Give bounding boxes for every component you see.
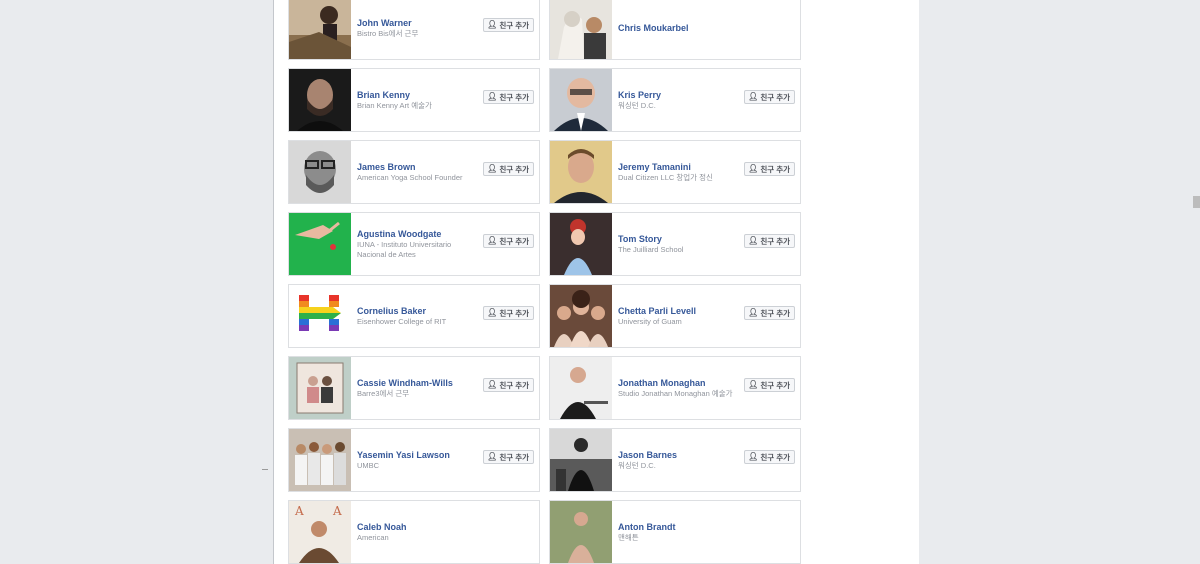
person-card: Tom Story The Juilliard School 👤︎ 친구 추가: [549, 212, 801, 276]
profile-photo[interactable]: [550, 213, 612, 275]
profile-photo[interactable]: [289, 213, 351, 275]
add-friend-label: 친구 추가: [499, 164, 529, 174]
person-card: Kris Perry 워싱턴 D.C. 👤︎ 친구 추가: [549, 68, 801, 132]
profile-photo[interactable]: [289, 141, 351, 203]
scrollbar-thumb[interactable]: [1193, 196, 1200, 208]
person-subtitle: Studio Jonathan Monaghan 예술가: [618, 389, 733, 398]
person-subtitle: 맨해튼: [618, 533, 639, 542]
person-subtitle: The Juilliard School: [618, 245, 684, 254]
add-friend-icon: 👤︎: [748, 236, 759, 245]
add-friend-button[interactable]: 👤︎ 친구 추가: [744, 378, 795, 392]
add-friend-button[interactable]: 👤︎ 친구 추가: [744, 162, 795, 176]
person-card: Jonathan Monaghan Studio Jonathan Monagh…: [549, 356, 801, 420]
add-friend-icon: 👤︎: [487, 92, 498, 101]
add-friend-button[interactable]: 👤︎ 친구 추가: [744, 450, 795, 464]
add-friend-icon: 👤︎: [487, 20, 498, 29]
person-card: Jeremy Tamanini Dual Citizen LLC 창업가 정신 …: [549, 140, 801, 204]
add-friend-icon: 👤︎: [748, 452, 759, 461]
person-card: Anton Brandt 맨해튼: [549, 500, 801, 564]
left-gutter: [0, 0, 273, 564]
add-friend-button[interactable]: 👤︎ 친구 추가: [483, 90, 534, 104]
person-subtitle: American Yoga School Founder: [357, 173, 463, 182]
add-friend-label: 친구 추가: [760, 92, 790, 102]
svg-text:A: A: [294, 504, 304, 518]
person-card: Chris Moukarbel: [549, 0, 801, 60]
add-friend-button[interactable]: 👤︎ 친구 추가: [483, 234, 534, 248]
profile-photo[interactable]: [550, 0, 612, 59]
add-friend-label: 친구 추가: [499, 380, 529, 390]
person-card: Chetta Parli Levell University of Guam 👤…: [549, 284, 801, 348]
profile-photo[interactable]: [289, 69, 351, 131]
person-card: Cassie Windham-Wills Barre3에서 근무 👤︎ 친구 추가: [288, 356, 540, 420]
right-gutter: [919, 0, 1200, 564]
friend-suggestions-panel: John Warner Bistro Bis에서 근무 👤︎ 친구 추가 Chri…: [273, 0, 920, 564]
profile-photo[interactable]: [550, 357, 612, 419]
add-friend-button[interactable]: 👤︎ 친구 추가: [744, 234, 795, 248]
person-subtitle: Bistro Bis에서 근무: [357, 29, 419, 38]
person-subtitle: Dual Citizen LLC 창업가 정신: [618, 173, 713, 182]
add-friend-icon: 👤︎: [487, 308, 498, 317]
profile-photo[interactable]: AA: [289, 501, 351, 563]
profile-photo[interactable]: [289, 285, 351, 347]
add-friend-icon: 👤︎: [487, 380, 498, 389]
person-subtitle: UMBC: [357, 461, 380, 470]
add-friend-label: 친구 추가: [499, 308, 529, 318]
add-friend-icon: 👤︎: [487, 164, 498, 173]
person-subtitle: 워싱턴 D.C.: [618, 461, 656, 470]
add-friend-icon: 👤︎: [748, 380, 759, 389]
profile-photo[interactable]: [550, 501, 612, 563]
add-friend-label: 친구 추가: [760, 452, 790, 462]
person-card: Cornelius Baker Eisenhower College of RI…: [288, 284, 540, 348]
add-friend-button[interactable]: 👤︎ 친구 추가: [483, 378, 534, 392]
person-subtitle: American: [357, 533, 389, 542]
add-friend-label: 친구 추가: [760, 308, 790, 318]
add-friend-label: 친구 추가: [499, 452, 529, 462]
person-subtitle: IUNA - Instituto Universitario Nacional …: [357, 240, 452, 259]
person-subtitle: Brian Kenny Art 예술가: [357, 101, 432, 110]
person-name[interactable]: Chris Moukarbel: [618, 22, 800, 34]
add-friend-button[interactable]: 👤︎ 친구 추가: [483, 306, 534, 320]
add-friend-label: 친구 추가: [760, 236, 790, 246]
add-friend-button[interactable]: 👤︎ 친구 추가: [744, 306, 795, 320]
person-subtitle: Eisenhower College of RIT: [357, 317, 447, 326]
person-card: Yasemin Yasi Lawson UMBC 👤︎ 친구 추가: [288, 428, 540, 492]
person-subtitle: Barre3에서 근무: [357, 389, 410, 398]
add-friend-button[interactable]: 👤︎ 친구 추가: [483, 450, 534, 464]
add-friend-label: 친구 추가: [760, 164, 790, 174]
add-friend-button[interactable]: 👤︎ 친구 추가: [744, 90, 795, 104]
add-friend-button[interactable]: 👤︎ 친구 추가: [483, 162, 534, 176]
add-friend-label: 친구 추가: [499, 92, 529, 102]
person-name[interactable]: Caleb Noah: [357, 521, 539, 533]
person-card: AA Caleb Noah American: [288, 500, 540, 564]
profile-photo[interactable]: [550, 429, 612, 491]
suggestions-grid: John Warner Bistro Bis에서 근무 👤︎ 친구 추가 Chri…: [288, 0, 904, 564]
profile-photo[interactable]: [289, 357, 351, 419]
profile-photo[interactable]: [550, 69, 612, 131]
add-friend-label: 친구 추가: [760, 380, 790, 390]
add-friend-icon: 👤︎: [487, 236, 498, 245]
profile-photo[interactable]: [289, 0, 351, 59]
add-friend-label: 친구 추가: [499, 20, 529, 30]
svg-text:A: A: [332, 504, 342, 518]
add-friend-icon: 👤︎: [748, 308, 759, 317]
add-friend-icon: 👤︎: [748, 92, 759, 101]
person-card: Jason Barnes 워싱턴 D.C. 👤︎ 친구 추가: [549, 428, 801, 492]
add-friend-label: 친구 추가: [499, 236, 529, 246]
person-name[interactable]: Anton Brandt: [618, 521, 800, 533]
add-friend-icon: 👤︎: [748, 164, 759, 173]
add-friend-button[interactable]: 👤︎ 친구 추가: [483, 18, 534, 32]
profile-photo[interactable]: [550, 141, 612, 203]
person-subtitle: University of Guam: [618, 317, 682, 326]
person-card: James Brown American Yoga School Founder…: [288, 140, 540, 204]
profile-photo[interactable]: [550, 285, 612, 347]
person-card: John Warner Bistro Bis에서 근무 👤︎ 친구 추가: [288, 0, 540, 60]
person-card: Agustina Woodgate IUNA - Instituto Unive…: [288, 212, 540, 276]
person-card: Brian Kenny Brian Kenny Art 예술가 👤︎ 친구 추가: [288, 68, 540, 132]
person-subtitle: 워싱턴 D.C.: [618, 101, 656, 110]
add-friend-icon: 👤︎: [487, 452, 498, 461]
profile-photo[interactable]: [289, 429, 351, 491]
left-tick: [262, 469, 268, 470]
